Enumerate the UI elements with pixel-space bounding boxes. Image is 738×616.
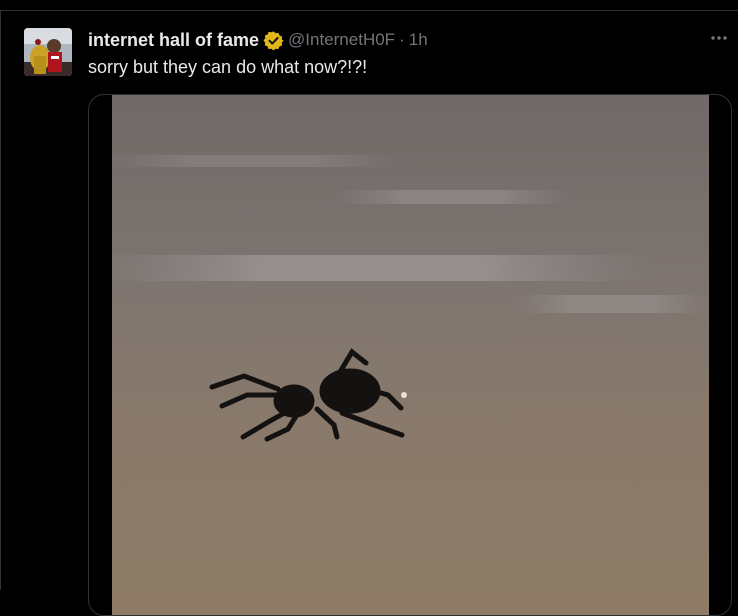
timestamp[interactable]: 1h [409,30,428,50]
video-player[interactable] [88,94,732,616]
more-horizontal-icon [711,36,727,40]
more-options-button[interactable] [707,27,731,49]
user-handle[interactable]: @InternetH0F [288,30,395,50]
avatar-image [24,28,72,76]
tweet-header: internet hall of fame @InternetH0F · 1h [88,29,428,51]
separator-dot: · [399,30,405,49]
tweet-text: sorry but they can do what now?!?! [88,57,368,77]
avatar[interactable] [24,28,72,76]
display-name[interactable]: internet hall of fame [88,30,259,51]
video-frame[interactable] [112,95,709,615]
tweet[interactable]: internet hall of fame @InternetH0F · 1h … [0,11,738,616]
verified-badge-icon [263,30,284,51]
video-thumbnail [112,95,709,615]
